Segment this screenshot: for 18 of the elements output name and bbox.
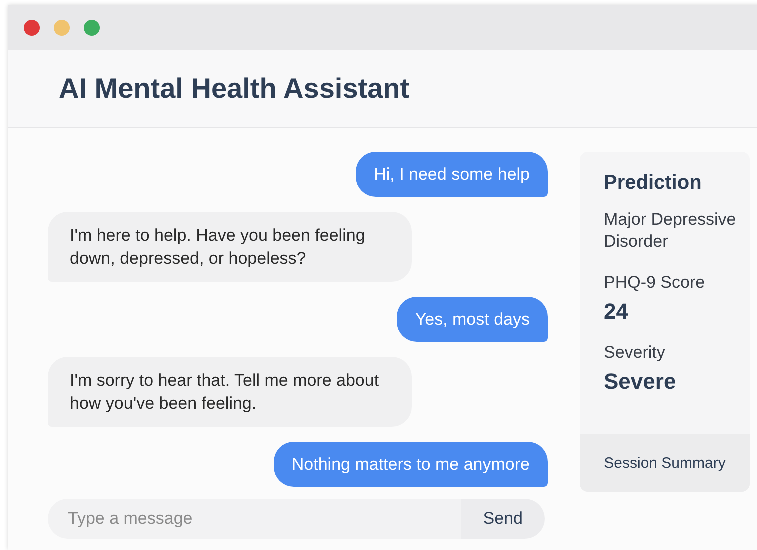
session-summary-button[interactable]: Session Summary xyxy=(580,434,750,492)
message-bubble: Yes, most days xyxy=(397,297,548,342)
severity-label: Severity xyxy=(604,343,666,363)
message-bubble: Nothing matters to me anymore xyxy=(274,442,548,487)
diagnosis-text: Major Depressive Disorder xyxy=(604,209,738,253)
severity-value: Severe xyxy=(604,369,678,395)
score-label: PHQ-9 Score xyxy=(604,273,706,293)
send-button[interactable]: Send xyxy=(461,499,545,539)
message-bubble: I'm here to help. Have you been feeling down, depressed, or hopeless? xyxy=(48,212,412,282)
message-bubble: I'm sorry to hear that. Tell me more about how you've been feeling. xyxy=(48,357,412,427)
score-value: 24 xyxy=(604,299,630,325)
message-bubble: Hi, I need some help xyxy=(356,152,548,197)
close-icon[interactable] xyxy=(24,20,40,36)
window-title: AI Mental Health Assistant xyxy=(59,72,410,104)
maximize-icon[interactable] xyxy=(84,20,100,36)
panel-title: Prediction xyxy=(604,172,703,195)
message-input[interactable]: Type a message xyxy=(48,499,462,539)
minimize-icon[interactable] xyxy=(54,20,70,36)
